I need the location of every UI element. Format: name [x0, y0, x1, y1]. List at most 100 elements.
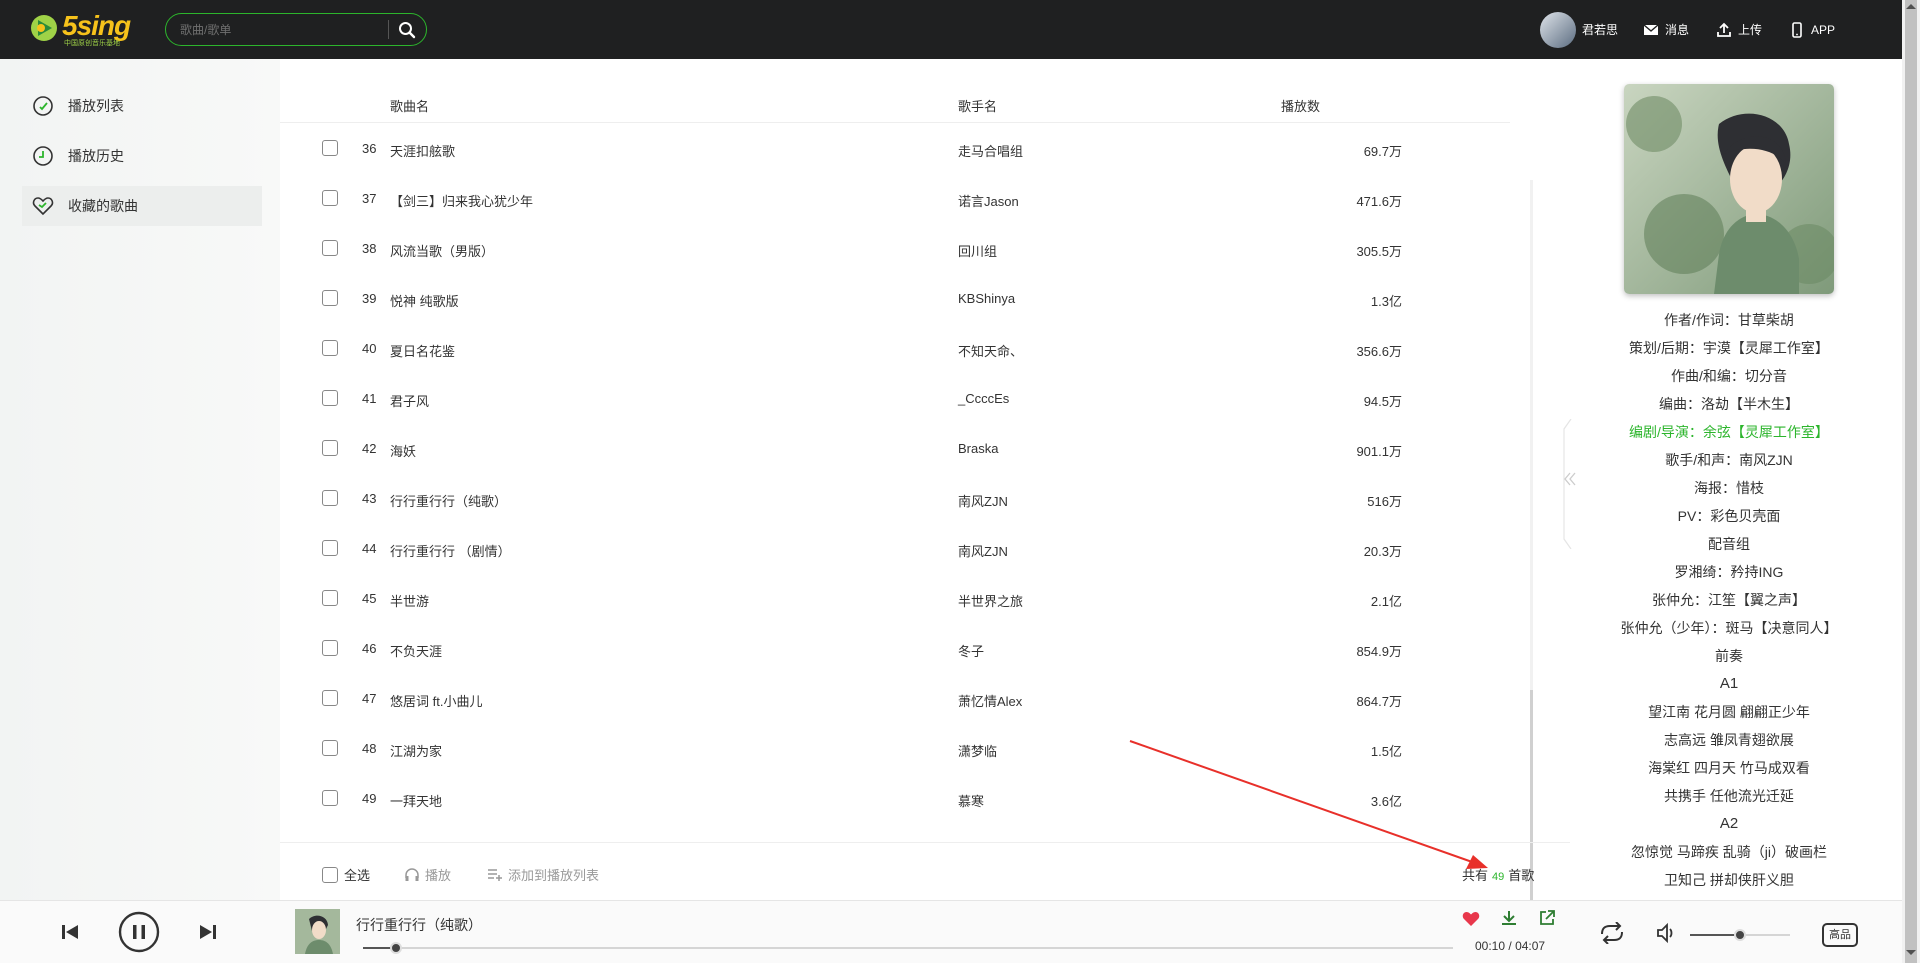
table-row[interactable]: 37 【剑三】归来我心犹少年 诺言Jason 471.6万 [280, 173, 1510, 223]
row-checkbox[interactable] [322, 140, 338, 156]
singer-name[interactable]: 半世界之旅 [958, 591, 1023, 610]
select-all-box[interactable] [322, 866, 338, 883]
table-row[interactable]: 38 风流当歌（男版） 回川组 305.5万 [280, 223, 1510, 273]
page-scrollbar-thumb[interactable] [1905, 0, 1917, 963]
singer-name[interactable]: 冬子 [958, 641, 984, 660]
page-scrollbar[interactable] [1902, 0, 1920, 963]
messages-link[interactable]: 消息 [1643, 0, 1689, 59]
headphones-icon [405, 867, 419, 881]
scroll-up-arrow[interactable] [1906, 4, 1916, 9]
upload-link[interactable]: 上传 [1716, 0, 1762, 59]
row-number: 38 [362, 241, 377, 256]
site-logo[interactable]: 5sing 中国原创音乐基地 [30, 10, 138, 48]
singer-name[interactable]: 不知天命、 [958, 341, 1023, 360]
song-name[interactable]: 天涯扣舷歌 [390, 141, 455, 160]
scroll-down-arrow[interactable] [1906, 950, 1916, 955]
favorite-heart-icon[interactable] [1462, 911, 1480, 927]
singer-name[interactable]: 南风ZJN [958, 491, 1008, 510]
table-row[interactable]: 45 半世游 半世界之旅 2.1亿 [280, 573, 1510, 623]
quality-button[interactable]: 高品 [1822, 923, 1858, 947]
add-to-playlist-button[interactable]: 添加到播放列表 [487, 865, 599, 884]
row-checkbox[interactable] [322, 590, 338, 606]
select-all-checkbox[interactable]: 全选 [322, 865, 370, 884]
row-checkbox[interactable] [322, 640, 338, 656]
lyric-line: A2 [1719, 815, 1739, 832]
user-avatar[interactable] [1540, 11, 1576, 48]
row-checkbox[interactable] [322, 390, 338, 406]
table-row[interactable]: 46 不负天涯 冬子 854.9万 [280, 623, 1510, 673]
previous-track-icon[interactable] [60, 923, 80, 941]
add-to-playlist-label: 添加到播放列表 [508, 868, 600, 883]
song-name[interactable]: 夏日名花鉴 [390, 341, 455, 360]
play-selected-button[interactable]: 播放 [404, 865, 451, 884]
lyric-line: 编曲：洛劫【半木生】 [1659, 396, 1799, 412]
song-name[interactable]: 悦神 纯歌版 [390, 291, 459, 310]
heart-icon [32, 197, 54, 216]
row-checkbox[interactable] [322, 740, 338, 756]
song-name[interactable]: 君子风 [390, 391, 429, 410]
user-menu[interactable]: 君若思 [1540, 0, 1618, 59]
row-checkbox[interactable] [322, 690, 338, 706]
singer-name[interactable]: 回川组 [958, 241, 997, 260]
song-name[interactable]: 【剑三】归来我心犹少年 [390, 191, 533, 210]
singer-name[interactable]: 慕寒 [958, 791, 984, 810]
song-name[interactable]: 行行重行行（纯歌） [390, 491, 507, 510]
lyric-line: 卫知己 拼却侠肝义胆 [1664, 872, 1794, 888]
progress-knob[interactable] [389, 942, 402, 954]
row-checkbox[interactable] [322, 540, 338, 556]
pause-button-icon[interactable] [118, 911, 160, 953]
row-number: 42 [362, 441, 377, 456]
sidebar-item-history[interactable]: 播放历史 [22, 136, 262, 176]
app-link[interactable]: APP [1789, 0, 1835, 59]
table-row[interactable]: 42 海妖 Braska 901.1万 [280, 423, 1510, 473]
share-icon[interactable] [1538, 909, 1556, 927]
sidebar-item-favorites[interactable]: 收藏的歌曲 [22, 186, 262, 226]
row-checkbox[interactable] [322, 440, 338, 456]
song-name[interactable]: 江湖为家 [390, 741, 442, 760]
table-row[interactable]: 40 夏日名花鉴 不知天命、 356.6万 [280, 323, 1510, 373]
singer-name[interactable]: 萧忆情Alex [958, 691, 1022, 710]
song-name[interactable]: 行行重行行 （剧情） [390, 541, 511, 560]
song-name[interactable]: 半世游 [390, 591, 429, 610]
volume-icon[interactable] [1656, 922, 1678, 944]
table-row[interactable]: 39 悦神 纯歌版 KBShinya 1.3亿 [280, 273, 1510, 323]
song-name[interactable]: 悠居词 ft.小曲儿 [390, 691, 482, 710]
search-icon[interactable] [398, 21, 416, 39]
next-track-icon[interactable] [198, 923, 218, 941]
table-row[interactable]: 44 行行重行行 （剧情） 南风ZJN 20.3万 [280, 523, 1510, 573]
user-name[interactable]: 君若思 [1582, 21, 1618, 38]
row-checkbox[interactable] [322, 290, 338, 306]
song-name[interactable]: 一拜天地 [390, 791, 442, 810]
singer-name[interactable]: Braska [958, 441, 998, 456]
singer-name[interactable]: 诺言Jason [958, 191, 1019, 210]
row-checkbox[interactable] [322, 490, 338, 506]
now-playing-thumbnail[interactable] [295, 909, 340, 954]
sidebar-item-label: 播放历史 [68, 148, 124, 164]
annotation-arrow [1129, 740, 1488, 869]
song-name[interactable]: 风流当歌（男版） [390, 241, 494, 260]
row-checkbox[interactable] [322, 790, 338, 806]
volume-slider[interactable] [1690, 929, 1790, 941]
download-icon[interactable] [1500, 909, 1518, 927]
volume-knob[interactable] [1734, 929, 1746, 941]
singer-name[interactable]: 走马合唱组 [958, 141, 1023, 160]
table-row[interactable]: 47 悠居词 ft.小曲儿 萧忆情Alex 864.7万 [280, 673, 1510, 723]
song-name[interactable]: 海妖 [390, 441, 416, 460]
row-checkbox[interactable] [322, 340, 338, 356]
repeat-mode-icon[interactable] [1598, 922, 1626, 944]
progress-bar[interactable] [363, 942, 1453, 954]
row-checkbox[interactable] [322, 240, 338, 256]
singer-name[interactable]: _CcccEs [958, 391, 1009, 406]
table-row[interactable]: 36 天涯扣舷歌 走马合唱组 69.7万 [280, 123, 1510, 173]
search-input[interactable] [180, 14, 390, 45]
table-row[interactable]: 43 行行重行行（纯歌） 南风ZJN 516万 [280, 473, 1510, 523]
song-name[interactable]: 不负天涯 [390, 641, 442, 660]
singer-name[interactable]: KBShinya [958, 291, 1015, 306]
sidebar-item-playlist[interactable]: 播放列表 [22, 86, 262, 126]
table-scrollbar[interactable] [1530, 180, 1533, 905]
singer-name[interactable]: 潇梦临 [958, 741, 997, 760]
singer-name[interactable]: 南风ZJN [958, 541, 1008, 560]
table-row[interactable]: 41 君子风 _CcccEs 94.5万 [280, 373, 1510, 423]
search-box [165, 13, 427, 46]
row-checkbox[interactable] [322, 190, 338, 206]
